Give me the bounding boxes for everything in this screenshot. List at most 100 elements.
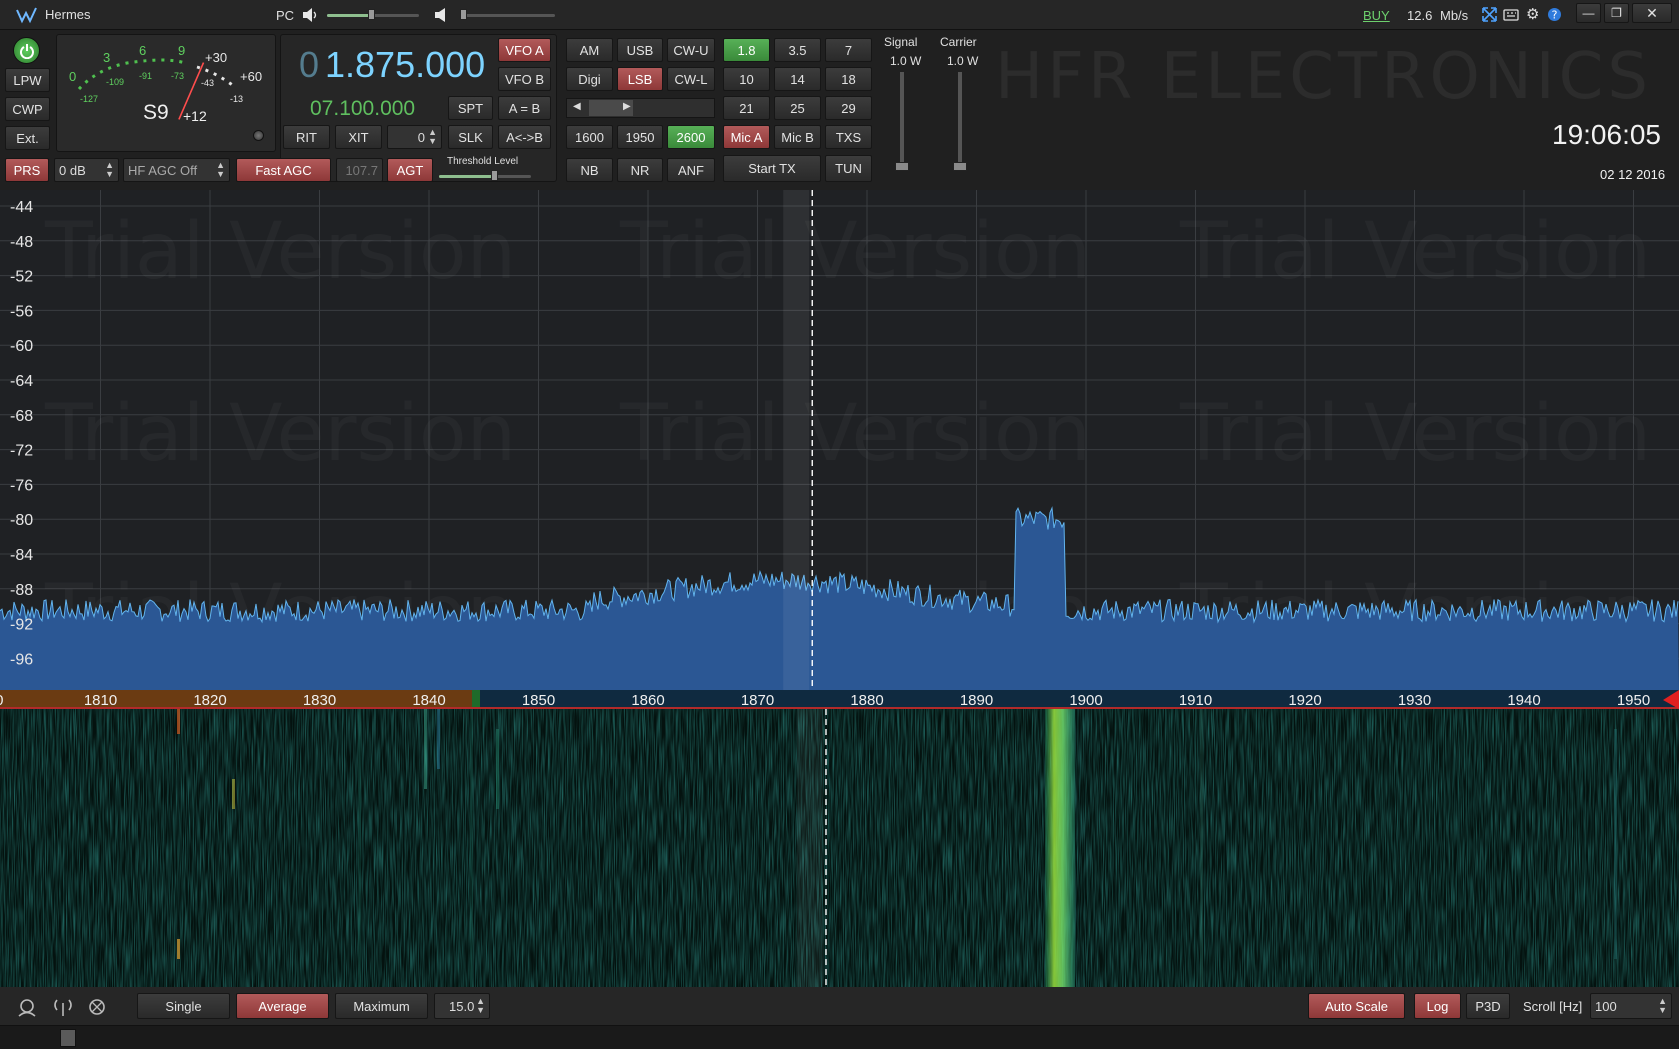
select-arrows-icon: ▲ ▼ — [105, 160, 114, 179]
filter-1600-button[interactable]: 1600 — [566, 125, 613, 149]
a-swap-b-button[interactable]: A<->B — [498, 125, 551, 149]
help-icon[interactable]: ? — [1547, 7, 1562, 22]
band-7-button[interactable]: 7 — [825, 38, 872, 62]
start-tx-button[interactable]: Start TX — [723, 155, 821, 182]
trial-watermark: Trial Version — [1179, 389, 1651, 479]
rit-offset-stepper[interactable]: 0 ▲ ▼ — [387, 125, 442, 149]
close-button[interactable]: ✕ — [1632, 3, 1672, 23]
band-3-5-button[interactable]: 3.5 — [774, 38, 821, 62]
p3d-button[interactable]: P3D — [1466, 993, 1510, 1019]
satellite-icon[interactable] — [86, 997, 108, 1017]
s-meter-mode-knob[interactable] — [253, 130, 264, 141]
cwp-button[interactable]: CWP — [5, 97, 50, 121]
agt-button[interactable]: AGT — [387, 158, 433, 182]
scroll-left-icon[interactable]: ◀ — [573, 101, 581, 112]
antenna-icon[interactable] — [52, 997, 74, 1017]
s-meter-dbm-1: -127 — [80, 94, 99, 104]
y-tick-label: -92 — [10, 617, 33, 634]
tun-button[interactable]: TUN — [825, 155, 872, 182]
rit-button[interactable]: RIT — [283, 125, 330, 149]
s-meter: 3 6 9 +30 0 +60 -127 -109 -91 -73 -43 -1… — [56, 34, 276, 152]
auto-scale-button[interactable]: Auto Scale — [1308, 993, 1405, 1019]
x-tick-label: 1820 — [193, 692, 226, 709]
scroll-hz-select[interactable]: 100 ▲ ▼ — [1590, 993, 1672, 1019]
maximize-button[interactable]: ❐ — [1604, 3, 1629, 23]
slk-button[interactable]: SLK — [448, 125, 493, 149]
filter-scrollbar[interactable]: ◀ ▶ — [566, 98, 715, 118]
band-29-button[interactable]: 29 — [825, 96, 872, 120]
stepper-arrows-icon[interactable]: ▲ ▼ — [476, 997, 485, 1015]
vfo-a-frequency[interactable]: 1.875.000 — [325, 44, 485, 86]
band-1-8-button[interactable]: 1.8 — [723, 38, 770, 62]
stepper-arrows-icon[interactable]: ▲ ▼ — [428, 128, 437, 146]
signal-slider-thumb[interactable] — [895, 162, 909, 171]
band-21-button[interactable]: 21 — [723, 96, 770, 120]
average-value-stepper[interactable]: 15.0 ▲ ▼ — [434, 993, 490, 1019]
select-arrows-icon: ▲ ▼ — [216, 160, 225, 179]
x-tick-label: 1830 — [303, 692, 336, 709]
carrier-slider[interactable] — [958, 72, 962, 168]
gain-select[interactable]: 0 dB ▲ ▼ — [54, 158, 119, 182]
monitor-volume-thumb[interactable] — [460, 9, 467, 20]
mode-digi-button[interactable]: Digi — [566, 67, 613, 91]
average-button[interactable]: Average — [236, 993, 329, 1019]
filter-passband[interactable] — [783, 190, 810, 690]
xit-button[interactable]: XIT — [335, 125, 382, 149]
mode-am-button[interactable]: AM — [566, 38, 613, 62]
s-meter-dbm-6: -13 — [230, 94, 244, 104]
mode-lsb-button[interactable]: LSB — [617, 67, 663, 91]
nr-button[interactable]: NR — [617, 158, 663, 182]
filter-2600-button[interactable]: 2600 — [667, 125, 715, 149]
fullscreen-icon[interactable] — [1482, 7, 1497, 22]
buy-link[interactable]: BUY — [1363, 8, 1390, 23]
log-button[interactable]: Log — [1414, 993, 1461, 1019]
agc-value-field[interactable]: 107.7 — [336, 158, 383, 182]
vfo-a-button[interactable]: VFO A — [498, 38, 551, 62]
gear-icon[interactable]: ⚙ — [1526, 5, 1539, 23]
vfo-b-frequency[interactable]: 07.100.000 — [310, 97, 415, 121]
scroll-right-icon[interactable]: ▶ — [623, 101, 631, 112]
lpw-button[interactable]: LPW — [5, 68, 50, 92]
pc-volume-thumb[interactable] — [368, 9, 375, 20]
signal-slider[interactable] — [900, 72, 904, 168]
mode-cwl-button[interactable]: CW-L — [667, 67, 715, 91]
fast-agc-button[interactable]: Fast AGC — [236, 158, 331, 182]
mic-a-button[interactable]: Mic A — [723, 125, 770, 149]
band-25-button[interactable]: 25 — [774, 96, 821, 120]
band-10-button[interactable]: 10 — [723, 67, 770, 91]
band-14-button[interactable]: 14 — [774, 67, 821, 91]
monitor-volume-slider[interactable] — [460, 14, 555, 17]
x-tick-label: 1810 — [84, 692, 117, 709]
maximum-button[interactable]: Maximum — [335, 993, 428, 1019]
agc-mode-select[interactable]: HF AGC Off ▲ ▼ — [123, 158, 230, 182]
band-18-button[interactable]: 18 — [825, 67, 872, 91]
anf-button[interactable]: ANF — [667, 158, 715, 182]
mode-usb-button[interactable]: USB — [617, 38, 663, 62]
threshold-thumb[interactable] — [491, 170, 499, 181]
power-button[interactable] — [13, 37, 40, 64]
minimize-button[interactable]: — — [1576, 3, 1601, 23]
y-tick-label: -44 — [10, 199, 33, 216]
filter-1950-button[interactable]: 1950 — [617, 125, 663, 149]
spectrum-display[interactable]: Trial Version Trial Version Trial Version T… — [0, 190, 1679, 690]
horizontal-scrollbar[interactable] — [0, 1025, 1679, 1049]
operator-icon[interactable] — [16, 997, 38, 1017]
single-button[interactable]: Single — [137, 993, 230, 1019]
ext-button[interactable]: Ext. — [5, 126, 50, 150]
carrier-slider-thumb[interactable] — [953, 162, 967, 171]
speaker-icon[interactable] — [302, 7, 318, 23]
prs-button[interactable]: PRS — [5, 158, 49, 182]
horizontal-scroll-thumb[interactable] — [60, 1029, 76, 1047]
speaker-muted-icon[interactable] — [434, 7, 448, 23]
spt-button[interactable]: SPT — [448, 96, 493, 120]
frequency-scale[interactable]: 800 1810 1820 1830 1840 1850 1860 1870 1880 1890 1… — [0, 690, 1679, 709]
mic-b-button[interactable]: Mic B — [774, 125, 821, 149]
waterfall-display[interactable] — [0, 709, 1679, 987]
txs-button[interactable]: TXS — [825, 125, 872, 149]
s-meter-dbm-4: -73 — [171, 71, 185, 81]
a-equals-b-button[interactable]: A = B — [498, 96, 551, 120]
keyboard-icon[interactable] — [1503, 7, 1519, 22]
mode-cwu-button[interactable]: CW-U — [667, 38, 715, 62]
nb-button[interactable]: NB — [566, 158, 613, 182]
vfo-b-button[interactable]: VFO B — [498, 67, 551, 91]
